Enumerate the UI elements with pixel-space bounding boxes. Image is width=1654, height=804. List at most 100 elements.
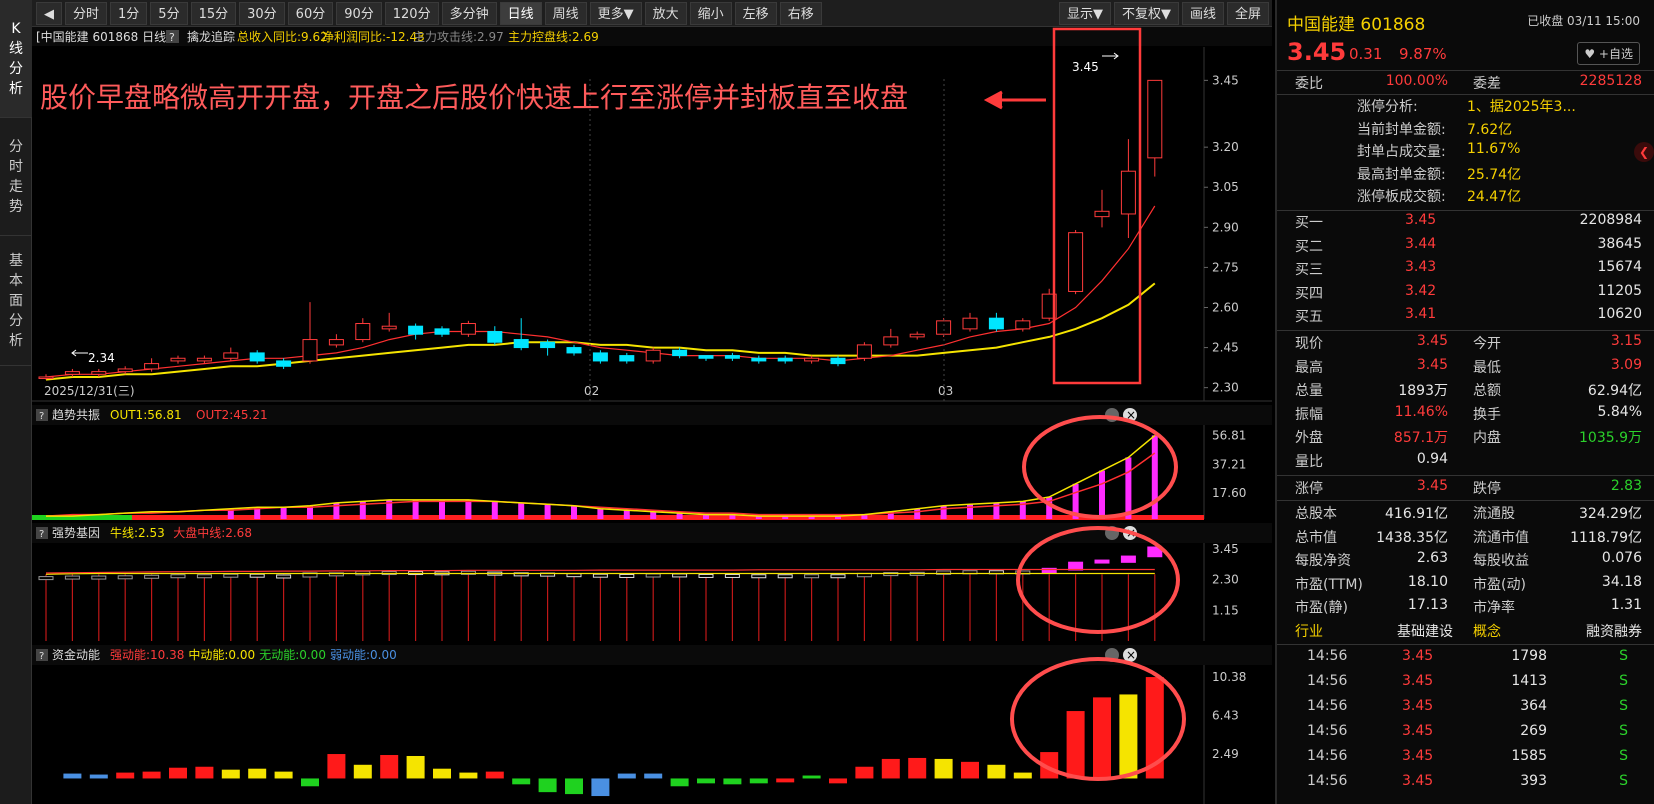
tick-time-1: 14:56 <box>1307 673 1348 689</box>
toolbar-btn-1[interactable]: 1分 <box>110 1 148 25</box>
fund-row-2-v1: 2.63 <box>1416 550 1448 566</box>
candle-body <box>988 317 1004 330</box>
toolbar-btn-13[interactable]: 缩小 <box>689 1 732 25</box>
tab-intraday-label: 分 时 走 势 <box>9 138 23 215</box>
bid-volume-1: 38645 <box>1597 235 1642 252</box>
industry-value[interactable]: 基础建设 <box>1397 621 1453 641</box>
toolbar-btn-11[interactable]: 更多▼ <box>589 1 642 25</box>
tab-fundamental[interactable]: 基 本 面 分 析 <box>0 236 32 366</box>
gene-y-tick: 3.45 <box>1212 542 1239 556</box>
trend-bar <box>940 505 947 519</box>
chart-svg: [中国能建 601868 日线]? 擒龙追踪 总收入同比:9.62净利润同比:-12… <box>32 27 1272 804</box>
stat-row-1-v2: 3.09 <box>1610 356 1642 373</box>
toolbar-btn-4[interactable]: 30分 <box>239 1 285 25</box>
collapse-icon[interactable]: ◀ <box>36 1 62 25</box>
webi-row-v1: 100.00% <box>1385 73 1448 89</box>
gene-y-tick: 2.30 <box>1212 573 1239 587</box>
limit-price-row-k1: 涨停 <box>1295 481 1323 497</box>
stat-row-0-v1: 3.45 <box>1416 333 1448 349</box>
stat-row-1-k2: 最低 <box>1473 359 1501 376</box>
fund-bar <box>591 778 610 797</box>
gene-body <box>592 573 608 578</box>
toolbar-btn-14[interactable]: 左移 <box>734 1 777 25</box>
candle-body <box>645 349 661 362</box>
annotation-text: 股价早盘略微高开开盘，开盘之后股价快速上行至涨停并封板直至收盘 <box>40 81 908 114</box>
toolbar-right-btn-1[interactable]: 不复权▼ <box>1113 1 1179 25</box>
fund-row-0-v2: 324.29亿 <box>1579 506 1642 522</box>
toolbar-btn-12[interactable]: 放大 <box>644 1 687 25</box>
trend-panel-title: 趋势共振 <box>52 408 100 422</box>
toolbar-btn-9[interactable]: 日线 <box>499 1 542 25</box>
gene-body <box>196 574 212 579</box>
toolbar-btn-6[interactable]: 90分 <box>336 1 382 25</box>
tick-time-3: 14:56 <box>1307 723 1348 739</box>
fund-bar <box>142 771 161 779</box>
fund-row-3-v2: 34.18 <box>1601 573 1642 590</box>
chart-area: [中国能建 601868 日线]? 擒龙追踪 总收入同比:9.62 净利润同比:-12… <box>32 27 1272 804</box>
trend-y-tick: 56.81 <box>1212 429 1246 443</box>
candle-body <box>724 355 740 359</box>
trend-bar <box>1099 470 1105 519</box>
bid-price-0: 3.45 <box>1405 212 1437 228</box>
toolbar-btn-15[interactable]: 右移 <box>779 1 822 25</box>
candle-body <box>1094 210 1110 218</box>
webi-row-k2: 委差 <box>1473 76 1501 92</box>
gene-body <box>830 574 846 579</box>
candle-body <box>883 336 899 346</box>
gene-panel-value: 大盘中线:2.68 <box>173 525 252 540</box>
quote-panel: 中国能建 601868 已收盘 03/11 15:00 3.45 0.31 9.87% ♥… <box>1275 0 1654 804</box>
fund-row-3-k1: 市盈(TTM) <box>1295 576 1363 593</box>
help-icon-text: ? <box>169 31 175 44</box>
candle-body <box>909 333 925 338</box>
toolbar-btn-7[interactable]: 120分 <box>384 1 439 25</box>
toolbar-btn-2[interactable]: 5分 <box>150 1 188 25</box>
fund-bar <box>274 771 293 779</box>
tick-side-3: S <box>1619 723 1628 739</box>
ma10-line <box>45 282 1156 381</box>
tick-time-5: 14:56 <box>1307 773 1348 789</box>
fund-bar <box>644 773 663 779</box>
toolbar-btn-10[interactable]: 周线 <box>544 1 587 25</box>
high-label: 3.45 <box>1072 60 1099 74</box>
tick-volume-4: 1585 <box>1511 748 1547 764</box>
toolbar-btn-0[interactable]: 分时 <box>65 1 108 25</box>
trend-bar <box>1125 457 1132 519</box>
fund-bar <box>89 774 108 779</box>
toolbar-btn-5[interactable]: 60分 <box>287 1 334 25</box>
tab-intraday[interactable]: 分 时 走 势 <box>0 118 32 236</box>
toolbar-btn-8[interactable]: 多分钟 <box>441 1 497 25</box>
stat-row-1-k1: 最高 <box>1295 359 1323 376</box>
low-arrow <box>71 349 88 357</box>
industry-label[interactable]: 行业 <box>1295 621 1323 641</box>
sep-1 <box>1277 70 1654 71</box>
gene-panel-title: 强势基因 <box>52 526 100 540</box>
gene-y-tick: 1.15 <box>1212 603 1239 617</box>
fund-y-tick: 2.49 <box>1212 747 1239 761</box>
tick-time-2: 14:56 <box>1307 698 1348 714</box>
tick-price-0: 3.45 <box>1402 648 1434 664</box>
limit-key-2: 封单占成交量: <box>1357 144 1446 160</box>
candle-body <box>38 376 54 379</box>
tick-price-5: 3.45 <box>1402 773 1434 789</box>
fund-bar <box>961 761 979 779</box>
fund-bar <box>485 771 504 779</box>
fund-row-0-k2: 流通股 <box>1473 506 1515 522</box>
expand-icon[interactable]: ❮ <box>1634 142 1654 162</box>
stat-row-3-k2: 换手 <box>1473 406 1501 423</box>
toolbar-btn-3[interactable]: 15分 <box>190 1 237 25</box>
toolbar-right-btn-3[interactable]: 全屏 <box>1226 1 1269 25</box>
tick-price-1: 3.45 <box>1402 673 1434 689</box>
add-favorite-button[interactable]: ♥ +自选 <box>1577 42 1640 65</box>
candle-body <box>487 331 503 343</box>
stat-row-3-v1: 11.46% <box>1394 403 1448 420</box>
toolbar-right-btn-0[interactable]: 显示▼ <box>1058 1 1111 25</box>
tick-volume-2: 364 <box>1520 698 1547 714</box>
trend-panel-value: OUT1:56.81 <box>110 408 182 422</box>
concept-value[interactable]: 融资融券 <box>1586 621 1642 641</box>
toolbar-right-btn-2[interactable]: 画线 <box>1181 1 1224 25</box>
candle-body <box>592 352 608 362</box>
bid-volume-4: 10620 <box>1597 306 1642 322</box>
candle-body <box>328 339 344 346</box>
tab-kline[interactable]: K 线 分 析 <box>0 0 32 118</box>
concept-label[interactable]: 概念 <box>1473 621 1501 641</box>
